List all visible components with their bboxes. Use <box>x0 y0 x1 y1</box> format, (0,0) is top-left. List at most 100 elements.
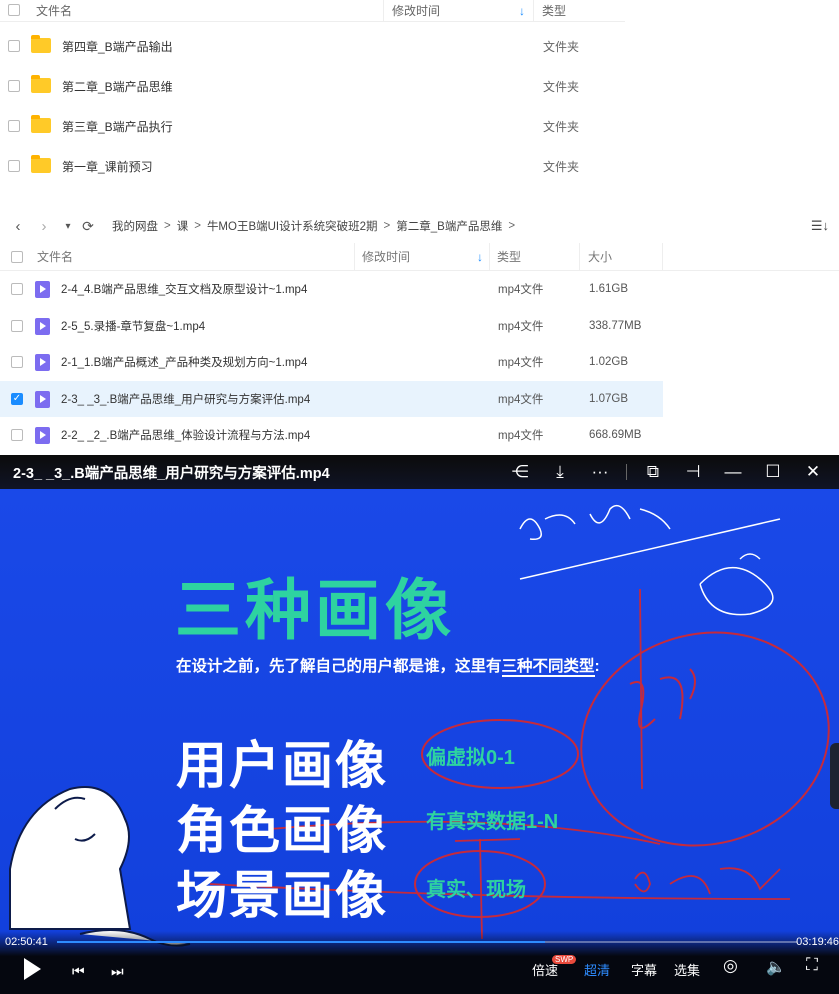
file-name[interactable]: 2-2_ _2_.B端产品思维_体验设计流程与方法.mp4 <box>61 427 310 443</box>
sort-down-icon[interactable]: ↓ <box>477 250 483 264</box>
folder-name[interactable]: 第二章_B端产品思维 <box>62 78 173 95</box>
swp-badge: SWP <box>552 955 577 964</box>
breadcrumb: 我的网盘 > 课 > 牛MO王B端UI设计系统突破班2期 > 第二章_B端产品思维 > <box>112 218 521 234</box>
video-player[interactable]: 2-3_ _3_.B端产品思维_用户研究与方案评估.mp4 ⋲ ⤓ ··· ⧉ … <box>0 455 839 994</box>
crumb-my-drive[interactable]: 我的网盘 <box>112 218 158 234</box>
row-checkbox[interactable] <box>11 356 23 368</box>
next-icon[interactable]: ⏭ <box>111 963 124 980</box>
previous-icon[interactable]: ⏮ <box>72 963 85 980</box>
progress-fill <box>57 941 546 943</box>
persona-label: 角色画像 <box>176 802 389 861</box>
divider <box>626 464 627 480</box>
row-checkbox[interactable] <box>8 160 20 172</box>
folder-row[interactable]: 第三章_B端产品执行 文件夹 <box>0 106 625 146</box>
folder-name[interactable]: 第一章_课前预习 <box>62 158 153 175</box>
fullscreen-icon[interactable]: ⛶ <box>806 955 818 975</box>
row-checkbox-checked[interactable]: ✓ <box>11 392 23 405</box>
header-time[interactable]: 修改时间 <box>392 2 440 19</box>
header-type[interactable]: 类型 <box>534 2 566 19</box>
progress-track[interactable] <box>57 941 797 943</box>
folder-list: 文件名 修改时间 ↓ 类型 第四章_B端产品输出 文件夹 第二章_B端产品思维 … <box>0 0 625 186</box>
folder-row[interactable]: 第四章_B端产品输出 文件夹 <box>0 26 625 66</box>
header-name[interactable]: 文件名 <box>36 2 72 19</box>
folder-list-header: 文件名 修改时间 ↓ 类型 <box>0 0 625 22</box>
volume-icon[interactable]: 🔈 <box>766 957 786 977</box>
persona-label: 场景画像 <box>176 867 389 926</box>
video-row[interactable]: 2-5_5.录播-章节复盘~1.mp4 mp4文件 338.77MB <box>0 308 663 345</box>
row-checkbox[interactable] <box>11 283 23 295</box>
crumb-chapter[interactable]: 第二章_B端产品思维 <box>396 218 502 234</box>
row-checkbox[interactable] <box>8 120 20 132</box>
select-all-checkbox[interactable] <box>11 251 23 263</box>
pin-icon[interactable]: ⊣ <box>673 462 713 482</box>
episodes-button[interactable]: 选集 <box>674 960 700 979</box>
video-file-icon <box>35 427 50 444</box>
file-size: 1.02GB <box>589 356 628 369</box>
chevron-right-icon: > <box>383 220 391 232</box>
video-row[interactable]: 2-2_ _2_.B端产品思维_体验设计流程与方法.mp4 mp4文件 668.… <box>0 417 663 454</box>
folder-type: 文件夹 <box>543 79 580 94</box>
pip-icon[interactable]: ⧉ <box>633 462 673 482</box>
file-name[interactable]: 2-1_1.B端产品概述_产品种类及规划方向~1.mp4 <box>61 354 307 370</box>
forward-icon[interactable]: › <box>34 218 54 235</box>
header-name[interactable]: 文件名 <box>0 243 355 270</box>
header-type[interactable]: 类型 <box>490 243 580 270</box>
folder-name[interactable]: 第三章_B端产品执行 <box>62 118 173 135</box>
row-checkbox[interactable] <box>11 429 23 441</box>
player-titlebar: 2-3_ _3_.B端产品思维_用户研究与方案评估.mp4 ⋲ ⤓ ··· ⧉ … <box>0 455 839 489</box>
sort-down-icon[interactable]: ↓ <box>519 4 525 18</box>
chevron-right-icon: > <box>164 220 171 232</box>
folder-type: 文件夹 <box>543 39 580 54</box>
sort-list-icon[interactable]: ☰↓ <box>811 218 829 234</box>
history-dropdown-icon[interactable]: ▾ <box>58 221 78 232</box>
folder-icon <box>31 155 51 173</box>
download-icon[interactable]: ⤓ <box>540 462 580 482</box>
file-name[interactable]: 2-5_5.录播-章节复盘~1.mp4 <box>61 318 205 334</box>
crumb-course[interactable]: 课 <box>177 218 189 234</box>
side-panel-handle[interactable] <box>830 743 839 809</box>
minimize-icon[interactable]: — <box>713 462 753 482</box>
play-icon[interactable] <box>24 958 41 980</box>
file-type: mp4文件 <box>498 320 544 333</box>
path-toolbar: ‹ › ▾ ⟳ 我的网盘 > 课 > 牛MO王B端UI设计系统突破班2期 > 第二章_… <box>0 212 839 240</box>
video-frame[interactable]: 三种画像 在设计之前，先了解自己的用户都是谁，这里有三种不同类型: 用户画像 偏… <box>0 489 839 949</box>
folder-row[interactable]: 第一章_课前预习 文件夹 <box>0 146 625 186</box>
player-title: 2-3_ _3_.B端产品思维_用户研究与方案评估.mp4 <box>13 465 330 482</box>
select-all-checkbox[interactable] <box>8 4 20 16</box>
video-file-icon <box>35 354 50 371</box>
video-row[interactable]: 2-4_4.B端产品思维_交互文档及原型设计~1.mp4 mp4文件 1.61G… <box>0 271 663 308</box>
row-checkbox[interactable] <box>8 80 20 92</box>
file-type: mp4文件 <box>498 393 544 406</box>
refresh-icon[interactable]: ⟳ <box>78 218 98 235</box>
file-name[interactable]: 2-4_4.B端产品思维_交互文档及原型设计~1.mp4 <box>61 281 307 297</box>
video-row[interactable]: 2-1_1.B端产品概述_产品种类及规划方向~1.mp4 mp4文件 1.02G… <box>0 344 663 381</box>
chevron-right-icon: > <box>508 220 516 232</box>
quality-button[interactable]: 超清 <box>584 960 610 979</box>
slide-intro: 在设计之前，先了解自己的用户都是谁，这里有三种不同类型: <box>176 658 600 677</box>
close-icon[interactable]: ✕ <box>793 462 833 482</box>
subtitle-button[interactable]: 字幕 <box>631 960 657 979</box>
maximize-icon[interactable]: ☐ <box>753 462 793 482</box>
row-checkbox[interactable] <box>11 319 23 332</box>
file-size: 1.61GB <box>589 283 628 296</box>
file-size: 1.07GB <box>589 392 628 405</box>
player-controls: 02:50:41 03:19:46 ⏮ ⏭ 倍速 SWP 超清 字幕 选集 ◎ … <box>0 931 839 994</box>
file-name[interactable]: 2-3_ _3_.B端产品思维_用户研究与方案评估.mp4 <box>61 391 310 407</box>
header-size[interactable]: 大小 <box>580 243 663 270</box>
folder-name[interactable]: 第四章_B端产品输出 <box>62 38 173 55</box>
folder-row[interactable]: 第二章_B端产品思维 文件夹 <box>0 66 625 106</box>
more-icon[interactable]: ··· <box>580 462 620 482</box>
target-icon[interactable]: ◎ <box>723 956 738 976</box>
total-time: 03:19:46 <box>796 936 839 948</box>
video-file-icon <box>35 281 50 298</box>
share-icon[interactable]: ⋲ <box>500 462 540 482</box>
row-checkbox[interactable] <box>8 40 20 52</box>
header-time[interactable]: 修改时间 <box>362 248 410 265</box>
video-list: 文件名 修改时间 ↓ 类型 大小 2-4_4.B端产品思维_交互文档及原型设计~… <box>0 243 839 454</box>
persona-tag: 偏虚拟0-1 <box>426 747 515 769</box>
back-icon[interactable]: ‹ <box>8 218 28 235</box>
folder-icon <box>31 115 51 133</box>
crumb-class[interactable]: 牛MO王B端UI设计系统突破班2期 <box>207 218 378 234</box>
video-row-selected[interactable]: ✓ 2-3_ _3_.B端产品思维_用户研究与方案评估.mp4 mp4文件 1.… <box>0 380 663 417</box>
persona-label: 用户画像 <box>176 737 389 796</box>
